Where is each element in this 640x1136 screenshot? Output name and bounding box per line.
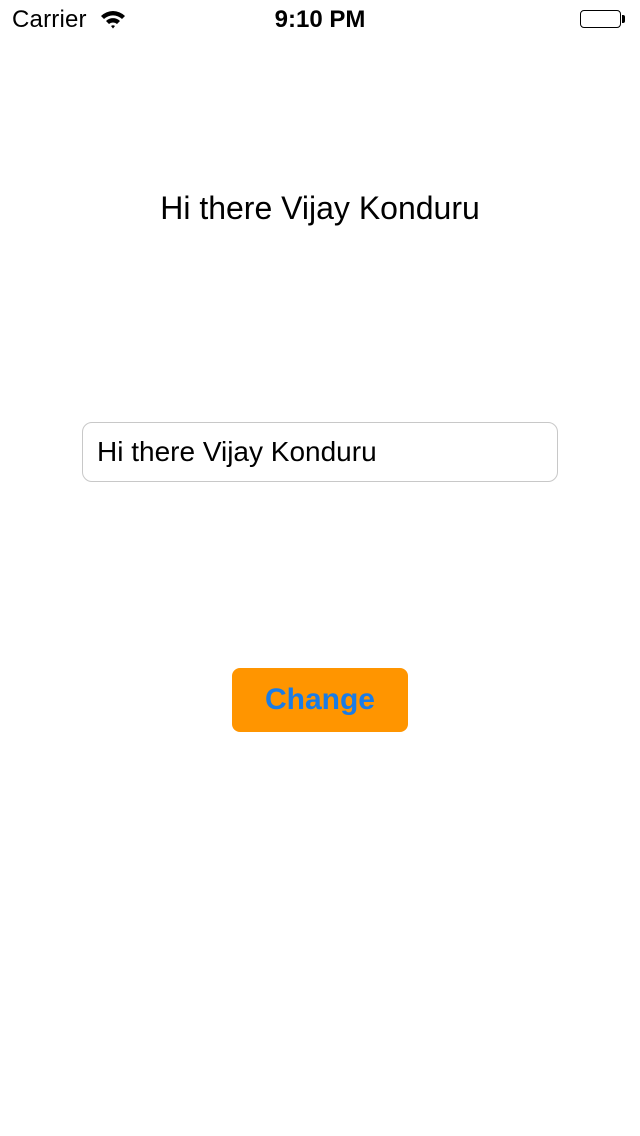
status-time: 9:10 PM [274, 6, 366, 33]
change-button[interactable]: Change [232, 668, 408, 732]
greeting-label: Hi there Vijay Konduru [160, 190, 480, 226]
status-bar: Carrier 9:10 PM [0, 0, 640, 40]
battery-icon [580, 10, 626, 30]
app-screen: Carrier 9:10 PM Hi there Vijay Konduru C… [0, 0, 640, 1136]
name-text-field[interactable] [82, 422, 558, 482]
